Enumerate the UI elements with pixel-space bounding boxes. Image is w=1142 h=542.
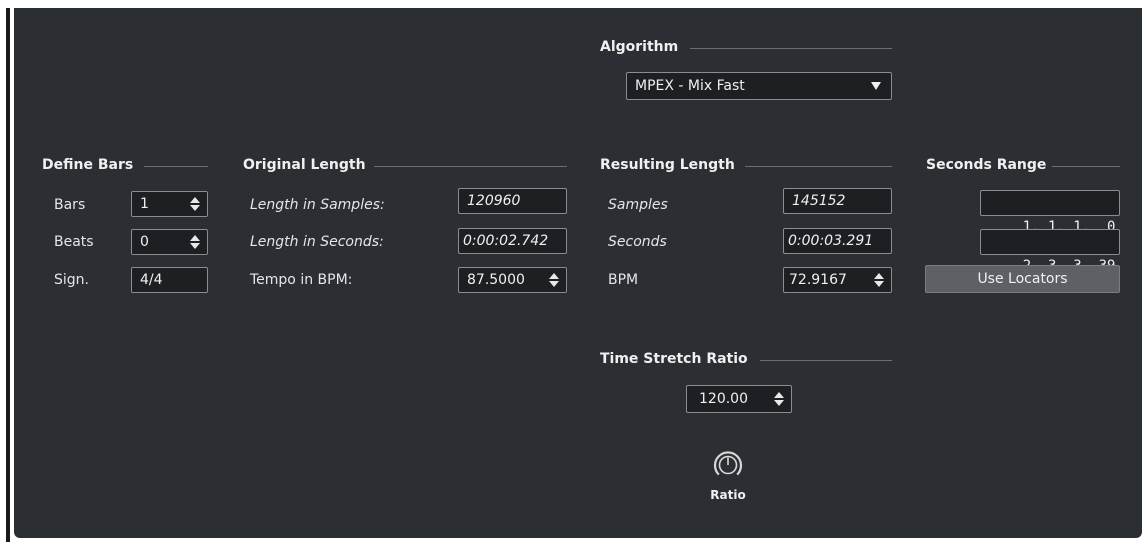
signature-value: 4/4 xyxy=(140,272,163,288)
resulting-length-heading: Resulting Length xyxy=(600,157,735,173)
seconds-range-heading: Seconds Range xyxy=(926,157,1047,173)
length-in-samples-label: Length in Samples: xyxy=(250,197,385,213)
original-length-heading: Original Length xyxy=(243,157,366,173)
signature-field[interactable]: 4/4 xyxy=(131,267,208,293)
samples-label: Samples xyxy=(608,197,668,213)
algorithm-divider xyxy=(690,48,892,49)
ratio-value: 120.00 xyxy=(699,391,748,407)
time-stretch-divider xyxy=(760,360,892,361)
tempo-value: 87.5000 xyxy=(467,272,525,288)
tempo-in-bpm-label: Tempo in BPM: xyxy=(250,272,353,288)
ratio-stepper[interactable]: 120.00 xyxy=(686,385,792,413)
time-stretch-panel: Algorithm MPEX - Mix Fast Define Bars Ba… xyxy=(14,8,1142,538)
define-bars-heading: Define Bars xyxy=(42,157,134,173)
time-stretch-ratio-heading: Time Stretch Ratio xyxy=(600,351,748,367)
algorithm-selected: MPEX - Mix Fast xyxy=(635,78,745,94)
range-end-field[interactable]: 2. 3. 3. 39 xyxy=(980,229,1120,274)
resulting-samples-value: 145152 xyxy=(792,193,846,209)
bars-value: 1 xyxy=(140,196,149,212)
beats-label: Beats xyxy=(54,234,94,250)
spinner-arrows-icon[interactable] xyxy=(549,273,559,287)
spinner-arrows-icon[interactable] xyxy=(190,197,200,211)
original-length-divider xyxy=(374,166,567,167)
define-bars-divider xyxy=(144,166,208,167)
spinner-arrows-icon[interactable] xyxy=(190,235,200,249)
beats-value: 0 xyxy=(140,234,149,250)
seconds-range-divider xyxy=(1052,166,1120,167)
resulting-seconds-field[interactable]: 0:00:03.291 xyxy=(783,228,892,254)
original-seconds-field[interactable]: 0:00:02.742 xyxy=(458,228,567,254)
algorithm-dropdown[interactable]: MPEX - Mix Fast xyxy=(626,72,892,100)
sign-label: Sign. xyxy=(54,272,89,288)
seconds-label: Seconds xyxy=(608,234,667,250)
resulting-seconds-value: 0:00:03.291 xyxy=(788,233,874,249)
spinner-arrows-icon[interactable] xyxy=(874,273,884,287)
original-samples-field[interactable]: 120960 xyxy=(458,188,567,214)
length-in-seconds-label: Length in Seconds: xyxy=(250,234,384,250)
bpm-label: BPM xyxy=(608,272,639,288)
bars-stepper[interactable]: 1 xyxy=(131,191,208,217)
use-locators-button[interactable]: Use Locators xyxy=(925,265,1120,293)
original-seconds-value: 0:00:02.742 xyxy=(463,233,549,249)
range-start-field[interactable]: 1. 1. 1. 0 xyxy=(980,190,1120,235)
algorithm-heading: Algorithm xyxy=(600,39,679,55)
resulting-length-divider xyxy=(745,166,892,167)
ratio-knob-icon[interactable] xyxy=(710,446,746,482)
beats-stepper[interactable]: 0 xyxy=(131,229,208,255)
original-samples-value: 120960 xyxy=(467,193,521,209)
dropdown-arrow-icon xyxy=(871,82,881,90)
spinner-arrows-icon[interactable] xyxy=(774,392,784,406)
resulting-samples-field[interactable]: 145152 xyxy=(783,188,892,214)
bars-label: Bars xyxy=(54,197,86,213)
window-edge xyxy=(6,8,10,542)
bpm-stepper[interactable]: 72.9167 xyxy=(783,267,892,293)
ratio-knob-label: Ratio xyxy=(710,488,746,502)
bpm-value: 72.9167 xyxy=(789,272,847,288)
tempo-stepper[interactable]: 87.5000 xyxy=(458,267,567,293)
